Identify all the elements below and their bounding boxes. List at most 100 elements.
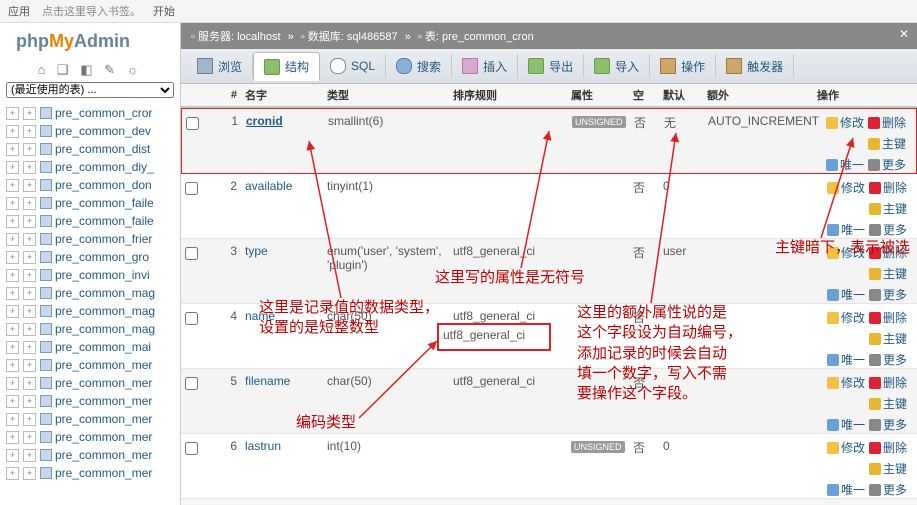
tree-item[interactable]: ++pre_common_mer <box>4 410 180 428</box>
close-icon[interactable]: ✕ <box>899 27 909 41</box>
tab-0[interactable]: 浏览 <box>187 54 253 78</box>
primary-link[interactable]: 主键 <box>869 330 907 347</box>
expand-icon[interactable]: + <box>6 467 19 480</box>
unique-link[interactable]: 唯一 <box>827 221 865 238</box>
expand-icon[interactable]: + <box>6 359 19 372</box>
unique-link[interactable]: 唯一 <box>827 351 865 368</box>
phpmyadmin-logo[interactable]: phpMyAdmin <box>0 23 180 58</box>
expand-icon[interactable]: + <box>23 359 36 372</box>
tree-item[interactable]: ++pre_common_mer <box>4 392 180 410</box>
primary-link[interactable]: 主键 <box>868 135 906 152</box>
tree-item[interactable]: ++pre_common_invi <box>4 266 180 284</box>
expand-icon[interactable]: + <box>23 269 36 282</box>
expand-icon[interactable]: + <box>23 377 36 390</box>
tab-4[interactable]: 插入 <box>452 54 518 78</box>
expand-icon[interactable]: + <box>23 287 36 300</box>
expand-icon[interactable]: + <box>23 197 36 210</box>
expand-icon[interactable]: + <box>6 377 19 390</box>
primary-link[interactable]: 主键 <box>869 265 907 282</box>
recent-tables-select[interactable]: (最近使用的表) ... <box>6 82 174 98</box>
breadcrumb-db[interactable]: sql486587 <box>347 31 398 43</box>
expand-icon[interactable]: + <box>6 179 19 192</box>
row-checkbox[interactable] <box>185 377 198 390</box>
tree-item[interactable]: ++pre_common_diy_ <box>4 158 180 176</box>
column-name[interactable]: type <box>245 244 327 258</box>
tree-item[interactable]: ++pre_common_mag <box>4 320 180 338</box>
expand-icon[interactable]: + <box>23 323 36 336</box>
tree-item[interactable]: ++pre_common_mer <box>4 464 180 482</box>
more-link[interactable]: 更多 <box>869 221 907 238</box>
drop-link[interactable]: 删除 <box>868 114 906 131</box>
edit-link[interactable]: 修改 <box>827 439 865 456</box>
tree-item[interactable]: ++pre_common_mag <box>4 302 180 320</box>
unique-link[interactable]: 唯一 <box>827 416 865 433</box>
expand-icon[interactable]: + <box>23 233 36 246</box>
tab-5[interactable]: 导出 <box>518 54 584 78</box>
expand-icon[interactable]: + <box>23 143 36 156</box>
tree-item[interactable]: ++pre_common_mer <box>4 374 180 392</box>
expand-icon[interactable]: + <box>23 449 36 462</box>
tree-item[interactable]: ++pre_common_gro <box>4 248 180 266</box>
tab-3[interactable]: 搜索 <box>386 54 452 78</box>
expand-icon[interactable]: + <box>23 305 36 318</box>
expand-icon[interactable]: + <box>23 467 36 480</box>
expand-icon[interactable]: + <box>6 449 19 462</box>
expand-icon[interactable]: + <box>23 215 36 228</box>
tree-item[interactable]: ++pre_common_mai <box>4 338 180 356</box>
edit-link[interactable]: 修改 <box>827 244 865 261</box>
expand-icon[interactable]: + <box>6 161 19 174</box>
expand-icon[interactable]: + <box>6 431 19 444</box>
drop-link[interactable]: 删除 <box>869 244 907 261</box>
column-name[interactable]: name <box>245 309 327 323</box>
more-link[interactable]: 更多 <box>868 156 906 173</box>
primary-link[interactable]: 主键 <box>869 200 907 217</box>
drop-link[interactable]: 删除 <box>869 439 907 456</box>
tab-6[interactable]: 导入 <box>584 54 650 78</box>
edit-link[interactable]: 修改 <box>827 309 865 326</box>
expand-icon[interactable]: + <box>23 125 36 138</box>
tree-item[interactable]: ++pre_common_mer <box>4 356 180 374</box>
edit-link[interactable]: 修改 <box>827 374 865 391</box>
expand-icon[interactable]: + <box>23 431 36 444</box>
tree-item[interactable]: ++pre_common_faile <box>4 212 180 230</box>
expand-icon[interactable]: + <box>23 395 36 408</box>
unique-link[interactable]: 唯一 <box>826 156 864 173</box>
expand-icon[interactable]: + <box>6 269 19 282</box>
expand-icon[interactable]: + <box>6 395 19 408</box>
expand-icon[interactable]: + <box>6 251 19 264</box>
expand-icon[interactable]: + <box>6 305 19 318</box>
edit-link[interactable]: 修改 <box>827 179 865 196</box>
expand-icon[interactable]: + <box>6 197 19 210</box>
row-checkbox[interactable] <box>185 312 198 325</box>
expand-icon[interactable]: + <box>23 107 36 120</box>
row-checkbox[interactable] <box>185 247 198 260</box>
expand-icon[interactable]: + <box>6 323 19 336</box>
tree-item[interactable]: ++pre_common_dev <box>4 122 180 140</box>
sidebar-icon-bar[interactable]: ⌂ ❑ ◧ ✎ ☼ <box>0 58 180 82</box>
edit-link[interactable]: 修改 <box>826 114 864 131</box>
expand-icon[interactable]: + <box>23 251 36 264</box>
expand-icon[interactable]: + <box>23 179 36 192</box>
more-link[interactable]: 更多 <box>869 481 907 498</box>
more-link[interactable]: 更多 <box>869 286 907 303</box>
expand-icon[interactable]: + <box>23 161 36 174</box>
tree-item[interactable]: ++pre_common_dist <box>4 140 180 158</box>
more-link[interactable]: 更多 <box>869 351 907 368</box>
row-checkbox[interactable] <box>185 442 198 455</box>
tree-item[interactable]: ++pre_common_mer <box>4 446 180 464</box>
tab-7[interactable]: 操作 <box>650 54 716 78</box>
drop-link[interactable]: 删除 <box>869 179 907 196</box>
tree-item[interactable]: ++pre_common_mag <box>4 284 180 302</box>
expand-icon[interactable]: + <box>6 341 19 354</box>
row-checkbox[interactable] <box>186 117 199 130</box>
more-link[interactable]: 更多 <box>869 416 907 433</box>
apps-label[interactable]: 应用 <box>8 3 30 19</box>
expand-icon[interactable]: + <box>23 341 36 354</box>
drop-link[interactable]: 删除 <box>869 374 907 391</box>
drop-link[interactable]: 删除 <box>869 309 907 326</box>
column-name[interactable]: available <box>245 179 327 193</box>
expand-icon[interactable]: + <box>6 287 19 300</box>
tree-item[interactable]: ++pre_common_faile <box>4 194 180 212</box>
tree-item[interactable]: ++pre_common_frier <box>4 230 180 248</box>
column-name[interactable]: filename <box>245 374 327 388</box>
